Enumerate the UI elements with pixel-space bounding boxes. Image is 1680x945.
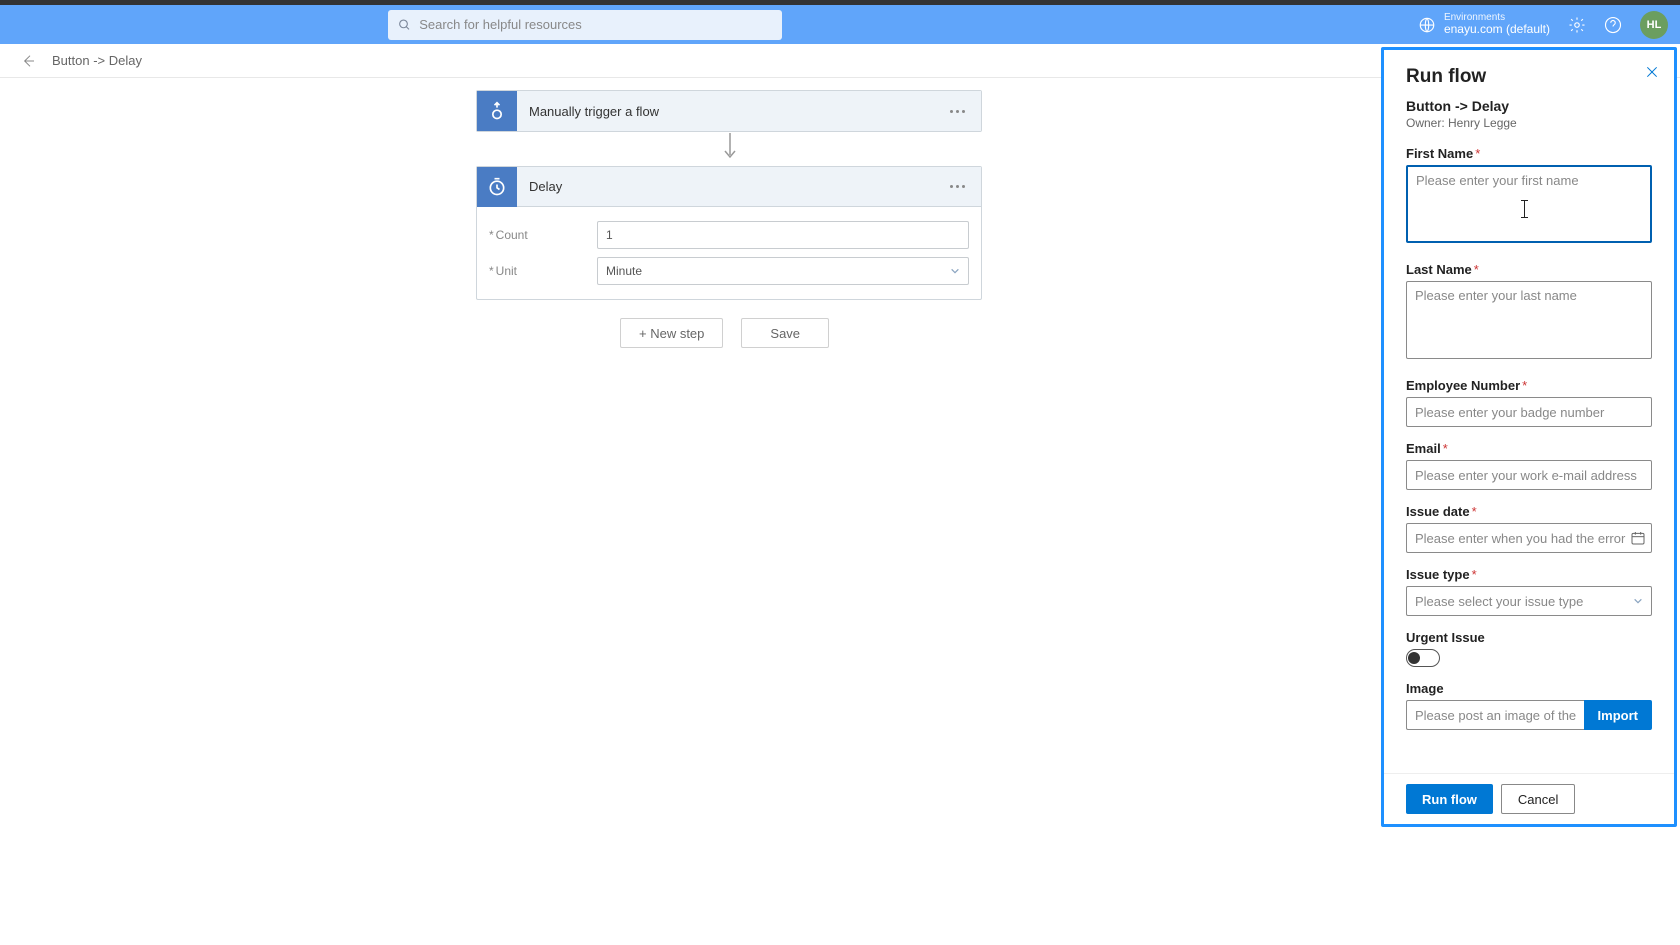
chevron-down-icon	[1633, 596, 1643, 606]
email-label: Email*	[1406, 441, 1652, 456]
first-name-input[interactable]	[1406, 165, 1652, 243]
employee-number-label: Employee Number*	[1406, 378, 1652, 393]
help-icon[interactable]	[1604, 16, 1622, 34]
image-input[interactable]	[1406, 700, 1584, 730]
panel-subtitle: Button -> Delay	[1406, 98, 1652, 114]
breadcrumb-title: Button -> Delay	[52, 53, 142, 68]
new-step-button[interactable]: + New step	[620, 318, 723, 348]
environment-icon	[1418, 16, 1436, 34]
first-name-label: First Name*	[1406, 146, 1652, 161]
count-input[interactable]: 1	[597, 221, 969, 249]
panel-owner: Owner: Henry Legge	[1406, 116, 1652, 130]
delay-more-icon[interactable]	[947, 185, 967, 188]
connector-arrow-icon	[723, 133, 737, 161]
user-avatar[interactable]: HL	[1640, 11, 1668, 39]
environment-picker[interactable]: Environments enayu.com (default)	[1418, 12, 1550, 36]
calendar-icon[interactable]	[1630, 530, 1646, 546]
search-icon	[398, 18, 411, 32]
run-flow-panel: Run flow Button -> Delay Owner: Henry Le…	[1381, 47, 1677, 827]
environment-value: enayu.com (default)	[1444, 23, 1550, 36]
flow-canvas: Manually trigger a flow Delay *Count 1 *…	[0, 78, 1157, 945]
panel-title: Run flow	[1406, 66, 1652, 88]
text-cursor-icon	[1524, 201, 1525, 217]
environment-label: Environments	[1444, 12, 1550, 23]
employee-number-input[interactable]	[1406, 397, 1652, 427]
count-label: *Count	[489, 228, 597, 242]
issue-type-label: Issue type*	[1406, 567, 1652, 582]
last-name-label: Last Name*	[1406, 262, 1652, 277]
delay-icon	[477, 167, 517, 207]
delay-title: Delay	[529, 179, 947, 194]
image-label: Image	[1406, 681, 1652, 696]
global-search[interactable]	[388, 10, 782, 40]
issue-date-label: Issue date*	[1406, 504, 1652, 519]
delay-card[interactable]: Delay *Count 1 *Unit Minute	[476, 166, 982, 300]
trigger-more-icon[interactable]	[947, 110, 967, 113]
save-button[interactable]: Save	[741, 318, 829, 348]
search-input[interactable]	[419, 17, 772, 32]
urgent-toggle[interactable]	[1406, 649, 1440, 667]
issue-type-select[interactable]: Please select your issue type	[1406, 586, 1652, 616]
app-header: Environments enayu.com (default) HL	[0, 5, 1680, 44]
trigger-icon	[477, 91, 517, 131]
trigger-card[interactable]: Manually trigger a flow	[476, 90, 982, 132]
cancel-button[interactable]: Cancel	[1501, 784, 1575, 814]
settings-icon[interactable]	[1568, 16, 1586, 34]
issue-date-input[interactable]	[1406, 523, 1652, 553]
urgent-label: Urgent Issue	[1406, 630, 1652, 645]
run-flow-button[interactable]: Run flow	[1406, 784, 1493, 814]
email-input[interactable]	[1406, 460, 1652, 490]
unit-label: *Unit	[489, 264, 597, 278]
back-icon[interactable]	[20, 53, 36, 69]
chevron-down-icon	[950, 266, 960, 276]
close-icon[interactable]	[1644, 64, 1660, 80]
trigger-title: Manually trigger a flow	[529, 104, 947, 119]
last-name-input[interactable]	[1406, 281, 1652, 359]
unit-select[interactable]: Minute	[597, 257, 969, 285]
import-button[interactable]: Import	[1584, 700, 1652, 730]
